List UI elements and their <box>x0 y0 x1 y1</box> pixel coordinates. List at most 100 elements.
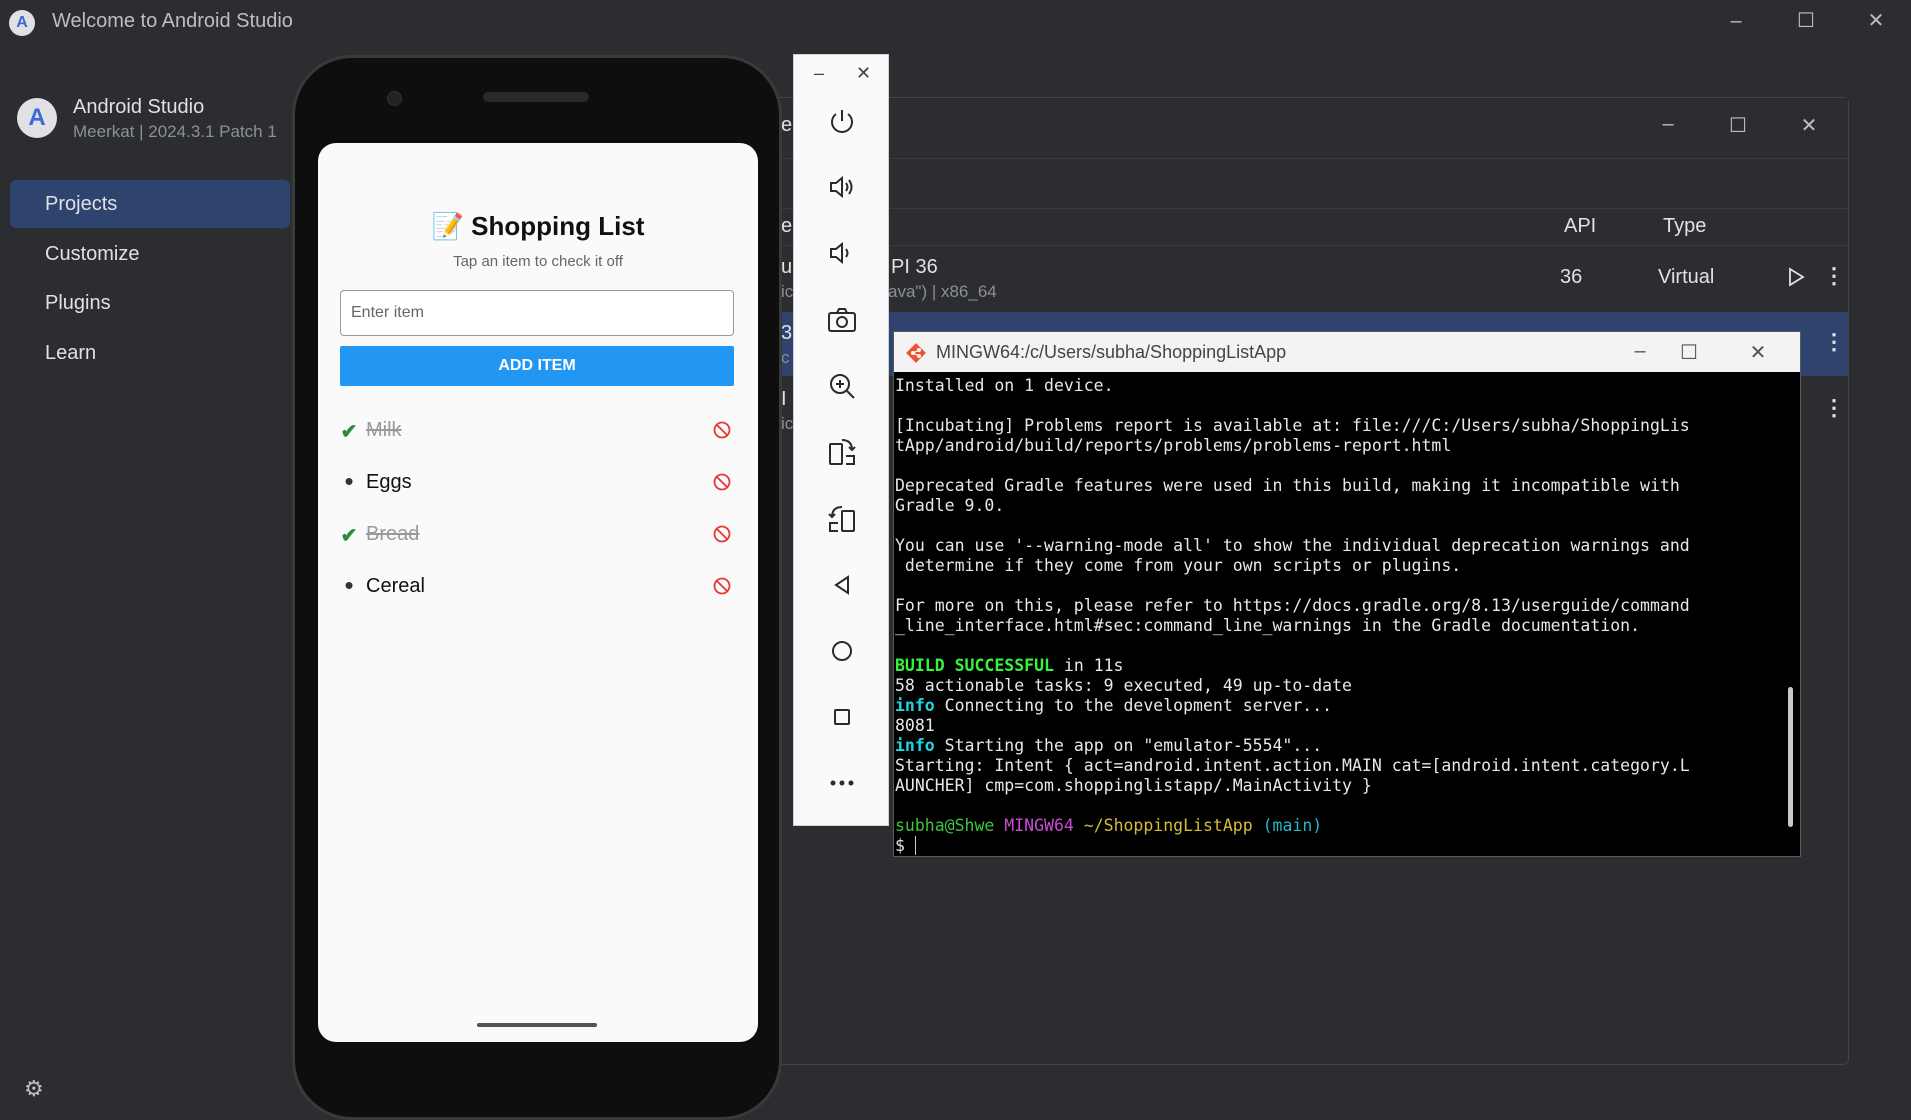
term-line: [Incubating] Problems report is availabl… <box>895 416 1690 435</box>
remove-icon[interactable] <box>712 576 732 596</box>
dialog-minimize-button[interactable]: – <box>1648 113 1688 136</box>
prompt-branch: (main) <box>1262 816 1323 835</box>
term-line: You can use '--warning-mode all' to show… <box>895 536 1690 555</box>
terminal-title: MINGW64:/c/Users/subha/ShoppingListApp <box>936 342 1287 362</box>
more-vertical-icon[interactable]: ⋮ <box>1823 263 1845 289</box>
device-row[interactable]: u PI 36 ic ava") | x86_64 36 Virtual ⋮ <box>736 246 1848 310</box>
volume-down-icon[interactable] <box>812 230 872 276</box>
column-type[interactable]: Type <box>1663 215 1706 238</box>
remove-icon[interactable] <box>712 524 732 544</box>
list-item[interactable]: • Eggs <box>318 459 758 511</box>
terminal-maximize-button[interactable]: ☐ <box>1669 340 1709 365</box>
term-line: 8081 <box>895 716 935 735</box>
nav-learn[interactable]: Learn <box>10 329 290 377</box>
git-bash-icon <box>905 342 927 364</box>
term-line: Starting: Intent { act=android.intent.ac… <box>895 756 1690 775</box>
device-details: ic <box>781 282 794 301</box>
phone-speaker <box>483 92 589 102</box>
emulator-toolbar: – ✕ <box>793 54 889 826</box>
item-input[interactable] <box>340 290 734 336</box>
gesture-home-bar[interactable] <box>477 1023 597 1027</box>
remove-icon[interactable] <box>712 472 732 492</box>
device-name: u <box>781 256 793 278</box>
close-button[interactable]: ✕ <box>1846 6 1906 36</box>
remove-icon[interactable] <box>712 420 732 440</box>
back-icon[interactable] <box>812 562 872 608</box>
app-version: Meerkat | 2024.3.1 Patch 1 <box>73 122 277 141</box>
column-name[interactable]: e <box>781 215 792 238</box>
phone-screen: 📝 Shopping List Tap an item to check it … <box>318 143 758 1042</box>
term-line: For more on this, please refer to https:… <box>895 596 1690 615</box>
terminal-window: MINGW64:/c/Users/subha/ShoppingListApp –… <box>893 331 1801 857</box>
rotate-right-icon[interactable] <box>812 496 872 542</box>
bullet-icon: • <box>344 466 354 496</box>
list-item[interactable]: ✔ Milk <box>318 407 758 459</box>
column-api[interactable]: API <box>1564 215 1596 238</box>
term-line: _line_interface.html#sec:command_line_wa… <box>895 616 1641 635</box>
check-icon: ✔ <box>340 525 358 547</box>
play-icon[interactable] <box>1786 267 1806 287</box>
nav-customize[interactable]: Customize <box>10 230 290 278</box>
power-icon[interactable] <box>812 98 872 144</box>
more-vertical-icon[interactable]: ⋮ <box>1823 395 1845 421</box>
android-studio-logo: A <box>17 98 57 138</box>
zoom-icon[interactable] <box>812 363 872 409</box>
item-label: Eggs <box>366 471 412 493</box>
term-line: 58 actionable tasks: 9 executed, 49 up-t… <box>895 676 1352 695</box>
info-tag: info <box>895 696 935 715</box>
dialog-maximize-button[interactable]: ☐ <box>1718 113 1758 138</box>
nav-plugins[interactable]: Plugins <box>10 279 290 327</box>
prompt-path: ~/ShoppingListApp <box>1083 816 1253 835</box>
terminal-close-button[interactable]: ✕ <box>1738 340 1778 365</box>
phone-frame: 📝 Shopping List Tap an item to check it … <box>292 55 782 1120</box>
nav-projects[interactable]: Projects <box>10 180 290 228</box>
emulator-close-button[interactable]: ✕ <box>856 63 871 84</box>
terminal-titlebar: MINGW64:/c/Users/subha/ShoppingListApp –… <box>894 332 1800 372</box>
dialog-close-button[interactable]: ✕ <box>1789 113 1829 138</box>
list-item[interactable]: ✔ Bread <box>318 511 758 563</box>
terminal-minimize-button[interactable]: – <box>1620 340 1660 363</box>
volume-up-icon[interactable] <box>812 164 872 210</box>
term-line: Installed on 1 device. <box>895 376 1114 395</box>
term-line: Starting the app on "emulator-5554"... <box>934 736 1323 755</box>
terminal-scrollbar-thumb[interactable] <box>1788 687 1793 827</box>
device-api: 36 <box>1560 266 1583 288</box>
device-details: c <box>781 348 790 367</box>
gear-icon[interactable]: ⚙ <box>24 1076 44 1102</box>
device-name: 3 <box>781 322 793 344</box>
bullet-icon: • <box>344 570 354 600</box>
prompt-shell: MINGW64 <box>1004 816 1074 835</box>
minimize-button[interactable]: – <box>1706 6 1766 36</box>
rotate-left-icon[interactable] <box>812 429 872 475</box>
term-line: tApp/android/build/reports/problems/prob… <box>895 436 1452 455</box>
more-vertical-icon[interactable]: ⋮ <box>1823 329 1845 355</box>
prompt-user: subha@Shwe <box>895 816 995 835</box>
dialog-title-fragment: e <box>781 114 793 136</box>
camera-icon[interactable] <box>812 297 872 343</box>
add-item-button[interactable]: ADD ITEM <box>340 346 734 386</box>
item-label: Milk <box>366 419 402 441</box>
home-icon[interactable] <box>812 628 872 674</box>
window-titlebar: A Welcome to Android Studio – ☐ ✕ <box>0 0 1911 52</box>
overview-icon[interactable] <box>812 694 872 740</box>
check-icon: ✔ <box>340 421 358 443</box>
item-label: Bread <box>366 523 420 545</box>
maximize-button[interactable]: ☐ <box>1776 6 1836 36</box>
window-title: Welcome to Android Studio <box>52 10 293 32</box>
item-label: Cereal <box>366 575 425 597</box>
build-time: in 11s <box>1053 656 1124 675</box>
info-tag: info <box>895 736 935 755</box>
list-item[interactable]: • Cereal <box>318 563 758 615</box>
terminal-output[interactable]: Installed on 1 device. [Incubating] Prob… <box>894 372 1780 856</box>
term-line: Connecting to the development server... <box>934 696 1333 715</box>
term-line: AUNCHER] cmp=com.shoppinglistapp/.MainAc… <box>895 776 1372 795</box>
device-manager-header: e – ☐ ✕ <box>736 98 1848 159</box>
device-details: ic <box>781 414 794 433</box>
emulator-minimize-button[interactable]: – <box>814 63 824 84</box>
android-studio-icon: A <box>9 10 35 36</box>
prompt-symbol: $ <box>895 836 915 855</box>
term-line: determine if they come from your own scr… <box>895 556 1462 575</box>
app-name: Android Studio <box>73 96 205 118</box>
more-icon[interactable] <box>812 760 872 806</box>
front-camera <box>387 91 402 106</box>
